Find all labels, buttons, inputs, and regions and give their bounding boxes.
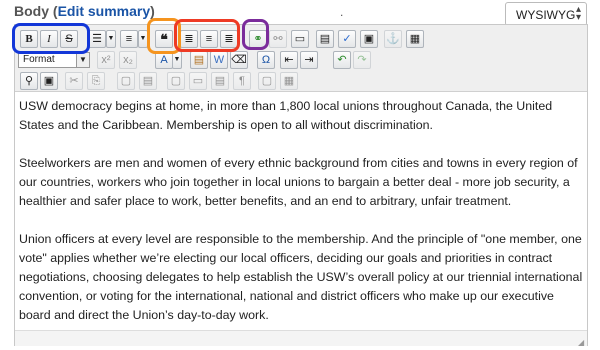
chevron-down-icon: ▼ xyxy=(173,56,181,63)
find-button[interactable]: ⚲ xyxy=(20,72,38,90)
anchor-button[interactable]: ⚓ xyxy=(384,30,402,48)
indent-icon: ⇥ xyxy=(304,54,314,66)
text-format-select[interactable]: WYSIWYG ▴ ▾ xyxy=(505,2,587,26)
copy-button[interactable]: ⎘ xyxy=(87,72,105,90)
form-button[interactable]: ▤ xyxy=(211,72,229,90)
find-icon: ⚲ xyxy=(24,75,34,87)
bulleted-list-icon: ☰ xyxy=(92,33,102,45)
table-icon: ▦ xyxy=(409,33,421,45)
omega-icon: Ω xyxy=(261,54,271,66)
bulleted-list-dropdown[interactable]: ▼ xyxy=(106,30,116,48)
maximize-icon: ▢ xyxy=(261,75,273,87)
redo-icon: ↷ xyxy=(357,54,367,66)
cut-icon: ✂ xyxy=(69,75,79,87)
numbered-list-icon: ≡ xyxy=(125,33,133,45)
content-paragraph: USW democracy begins at home, in more th… xyxy=(19,99,553,132)
templates-button[interactable]: ▤ xyxy=(139,72,157,90)
outdent-button[interactable]: ⇤ xyxy=(280,51,298,69)
highlight-ring-red xyxy=(174,19,240,52)
div-button[interactable]: ▢ xyxy=(167,72,185,90)
field-label: Body (Edit summary) xyxy=(14,3,155,19)
tag-button[interactable]: ¶ xyxy=(233,72,251,90)
highlight-ring-blue xyxy=(12,23,90,54)
select-all-button[interactable]: ▢ xyxy=(117,72,135,90)
tag-icon: ¶ xyxy=(239,75,245,87)
templates-icon: ▤ xyxy=(142,75,154,87)
editor-status-bar xyxy=(15,330,587,346)
image-icon: ▣ xyxy=(363,33,375,45)
edit-summary-link[interactable]: Edit summary xyxy=(58,3,151,19)
chevron-down-icon: ▼ xyxy=(76,53,89,67)
paste-button[interactable]: ▤ xyxy=(190,51,208,69)
unlink-icon: ⚯ xyxy=(273,33,283,45)
chevron-down-icon: ▼ xyxy=(107,35,115,42)
undo-icon: ↶ xyxy=(337,54,347,66)
subscript-icon: x₂ xyxy=(123,54,133,66)
iframe-button[interactable]: ▭ xyxy=(189,72,207,90)
image-button[interactable]: ▣ xyxy=(360,30,378,48)
div-icon: ▢ xyxy=(170,75,182,87)
remove-format-button[interactable]: ⌫ xyxy=(230,51,248,69)
text-format-value: WYSIWYG xyxy=(516,8,576,22)
numbered-list-button[interactable]: ≡ xyxy=(120,30,138,48)
indent-button[interactable]: ⇥ xyxy=(300,51,318,69)
media-button[interactable]: ▣ xyxy=(40,72,58,90)
paste-word-icon: W xyxy=(213,54,225,66)
spellcheck-icon: ✓ xyxy=(342,33,352,45)
page-break-icon: ▭ xyxy=(294,33,306,45)
select-all-icon: ▢ xyxy=(120,75,132,87)
copy-icon: ⎘ xyxy=(91,75,101,87)
maximize-button[interactable]: ▢ xyxy=(258,72,276,90)
format-select-value: Format xyxy=(23,54,55,65)
outdent-icon: ⇤ xyxy=(284,54,294,66)
highlight-ring-purple xyxy=(242,19,269,50)
source-button[interactable]: ▤ xyxy=(316,30,334,48)
separator-dot: . xyxy=(340,5,344,19)
special-char-button[interactable]: Ω xyxy=(257,51,275,69)
paste-icon: ▤ xyxy=(193,54,205,66)
paste-word-button[interactable]: W xyxy=(210,51,228,69)
show-blocks-icon: ▦ xyxy=(283,75,295,87)
select-arrows-icon: ▴ ▾ xyxy=(575,4,581,23)
cut-button[interactable]: ✂ xyxy=(65,72,83,90)
subscript-button[interactable]: x₂ xyxy=(119,51,137,69)
horizontal-rule-button[interactable]: ▭ xyxy=(291,30,309,48)
iframe-icon: ▭ xyxy=(192,75,204,87)
format-select[interactable]: Format ▼ xyxy=(18,52,90,68)
media-icon: ▣ xyxy=(43,75,55,87)
unlink-button[interactable]: ⚯ xyxy=(269,30,287,48)
content-paragraph: Steelworkers are men and women of every … xyxy=(19,156,578,208)
resize-grip-icon[interactable]: ◢ xyxy=(578,338,584,347)
paren-close: ) xyxy=(150,3,155,19)
form-icon: ▤ xyxy=(214,75,226,87)
anchor-icon: ⚓ xyxy=(386,33,400,45)
source-icon: ▤ xyxy=(319,33,331,45)
undo-button[interactable]: ↶ xyxy=(333,51,351,69)
editor-content[interactable]: USW democracy begins at home, in more th… xyxy=(19,97,584,344)
bulleted-list-button[interactable]: ☰ xyxy=(88,30,106,48)
redo-button[interactable]: ↷ xyxy=(353,51,371,69)
superscript-button[interactable]: x² xyxy=(97,51,115,69)
chevron-down-icon: ▼ xyxy=(139,35,147,42)
text-color-icon: A xyxy=(160,54,168,66)
spellcheck-button[interactable]: ✓ xyxy=(338,30,356,48)
eraser-icon: ⌫ xyxy=(231,54,247,66)
superscript-icon: x² xyxy=(101,54,111,66)
show-blocks-button[interactable]: ▦ xyxy=(280,72,298,90)
content-paragraph: Union officers at every level are respon… xyxy=(19,232,583,322)
field-label-text: Body xyxy=(14,3,49,19)
table-button[interactable]: ▦ xyxy=(406,30,424,48)
